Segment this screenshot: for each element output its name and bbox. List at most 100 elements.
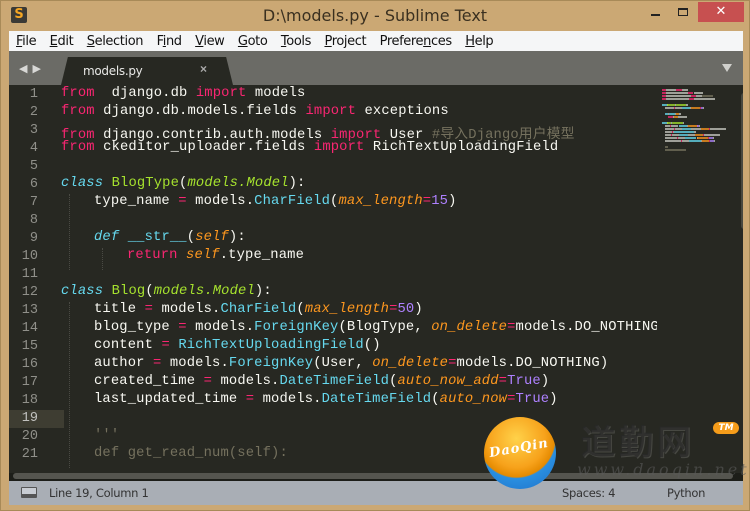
chevron-down-icon[interactable] xyxy=(722,64,732,72)
code-token: self xyxy=(186,248,220,263)
code-token: DateTimeField xyxy=(279,374,390,389)
code-token: models xyxy=(246,86,306,101)
code-token: from xyxy=(61,86,95,101)
minimap-stroke xyxy=(665,107,674,109)
minimap-stroke xyxy=(699,125,701,127)
tab-models-py[interactable]: models.py × xyxy=(61,57,233,85)
menu-label-part: oto xyxy=(247,33,268,49)
line-number: 7 xyxy=(29,195,38,210)
menu-preferences[interactable]: Preferences xyxy=(380,34,452,49)
code-token: import xyxy=(195,86,247,101)
code-line: return self.type_name xyxy=(127,248,304,266)
code-line: from django.contrib.auth.models import U… xyxy=(61,122,575,143)
minimap-stroke xyxy=(675,104,687,106)
close-button[interactable]: ✕ xyxy=(698,2,744,22)
title-bar[interactable]: S D:\models.py - Sublime Text ✕ xyxy=(1,1,749,31)
code-token: self xyxy=(195,230,229,245)
code-token: auto_now_add xyxy=(397,374,499,389)
sublime-window: S D:\models.py - Sublime Text ✕ File Edit… xyxy=(0,0,750,511)
code-token: class xyxy=(61,284,104,299)
tab-nav-arrows[interactable]: ◀ ▶ xyxy=(19,62,42,75)
minimap[interactable] xyxy=(657,85,737,473)
code-token: models. xyxy=(153,302,221,317)
vertical-scrollbar[interactable] xyxy=(741,93,743,229)
code-token: def xyxy=(94,230,120,245)
menu-find[interactable]: Find xyxy=(157,34,182,49)
menu-mnemonic: H xyxy=(465,33,475,49)
menu-project[interactable]: Project xyxy=(324,34,366,49)
minimap-stroke xyxy=(665,140,682,142)
code-token: DateTimeField xyxy=(321,392,432,407)
code-line: title = models.CharField(max_length=50) xyxy=(94,302,423,320)
minimap-stroke xyxy=(665,146,668,148)
code-token: = xyxy=(144,302,154,317)
maximize-icon xyxy=(677,8,688,16)
code-token: title xyxy=(94,302,145,317)
code-token: models. xyxy=(186,194,255,209)
line-number-gutter: 1 2 3 4 5 6 7 8 9 10 11 12 13 14 15 16 17 18 19 20 21 xyxy=(9,85,64,473)
code-token: class xyxy=(61,176,104,191)
code-editor[interactable]: 1 2 3 4 5 6 7 8 9 10 11 12 13 14 15 16 17 18 19 20 21 from d… xyxy=(9,85,743,473)
code-token: (User, xyxy=(313,356,373,371)
minimap-stroke xyxy=(684,137,697,139)
code-token: Blog xyxy=(111,284,146,299)
line-number: 13 xyxy=(21,303,38,318)
code-token: ): xyxy=(288,176,306,191)
code-token: = xyxy=(422,194,432,209)
minimap-stroke xyxy=(687,125,697,127)
tab-label: models.py xyxy=(83,64,143,78)
menu-file[interactable]: File xyxy=(16,34,37,49)
line-number: 10 xyxy=(21,249,38,264)
menu-view[interactable]: View xyxy=(195,33,225,49)
code-token: from xyxy=(61,140,95,155)
indentation-selector[interactable]: Spaces: 4 xyxy=(562,486,615,500)
menu-selection[interactable]: Selection xyxy=(87,34,144,49)
code-line: last_updated_time = models.DateTimeField… xyxy=(94,392,558,410)
menu-label-part: elp xyxy=(474,33,494,49)
menu-edit[interactable]: Edit xyxy=(50,34,74,49)
line-number: 18 xyxy=(21,393,38,408)
minimap-stroke xyxy=(694,98,716,100)
code-token: last_updated_time xyxy=(94,392,246,407)
line-number: 4 xyxy=(29,141,38,156)
minimap-stroke xyxy=(682,140,690,142)
line-number: 15 xyxy=(21,339,38,354)
code-token: = xyxy=(178,320,187,335)
code-token: blog_type xyxy=(94,320,179,335)
code-token: import xyxy=(305,104,357,119)
menu-label-part: dit xyxy=(57,33,74,49)
code-token: = xyxy=(498,374,508,389)
menu-help[interactable]: Help xyxy=(465,34,493,49)
code-token: type_name xyxy=(94,194,179,209)
menu-tools[interactable]: Tools xyxy=(281,34,311,49)
line-number: 21 xyxy=(21,447,38,462)
code-token: ( xyxy=(186,230,196,245)
minimap-stroke xyxy=(665,89,677,91)
minimap-stroke xyxy=(671,125,679,127)
menu-label-part: iew xyxy=(203,33,225,49)
maximize-button[interactable] xyxy=(669,2,696,22)
minimap-stroke xyxy=(697,137,709,139)
minimap-stroke xyxy=(665,95,691,97)
code-token: on_delete xyxy=(431,320,508,335)
menu-mnemonic: G xyxy=(237,33,248,49)
syntax-selector[interactable]: Python xyxy=(667,486,705,500)
code-token: exceptions xyxy=(356,104,449,119)
line-number: 1 xyxy=(29,87,38,102)
code-token: ''' xyxy=(94,428,120,443)
code-line: def get_read_num(self): xyxy=(94,446,288,464)
code-token: author xyxy=(94,356,154,371)
minimap-stroke xyxy=(703,134,720,136)
minimap-stroke xyxy=(674,107,683,109)
line-number: 9 xyxy=(29,231,38,246)
minimize-button[interactable] xyxy=(642,2,669,22)
panel-toggle-icon[interactable] xyxy=(21,487,37,498)
indent-guide xyxy=(69,302,70,468)
tab-close-icon[interactable]: × xyxy=(200,62,207,76)
horizontal-scrollbar[interactable] xyxy=(13,473,733,479)
line-number: 20 xyxy=(21,429,38,444)
menu-goto[interactable]: Goto xyxy=(238,34,268,49)
